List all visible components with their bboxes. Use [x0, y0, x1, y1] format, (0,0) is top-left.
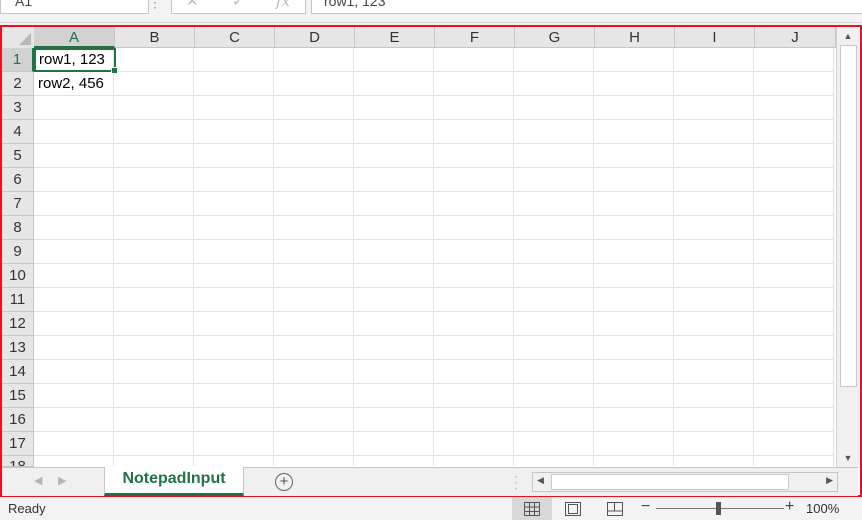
- cell-a2[interactable]: row2, 456: [34, 72, 114, 96]
- row-header-6[interactable]: 6: [2, 168, 34, 192]
- row-header-12[interactable]: 12: [2, 312, 34, 336]
- enter-icon[interactable]: ✓: [232, 0, 245, 10]
- vertical-scroll-thumb[interactable]: [840, 45, 857, 387]
- row-header-15[interactable]: 15: [2, 384, 34, 408]
- column-header-j[interactable]: J: [755, 27, 836, 48]
- column-header-f[interactable]: F: [435, 27, 515, 48]
- formula-bar: A1 ⋮ ✕ ✓ fx row1, 123: [0, 0, 862, 23]
- row-header-18[interactable]: 18: [2, 456, 34, 467]
- new-sheet-icon[interactable]: +: [275, 473, 293, 491]
- sheet-tab-notepadinput[interactable]: NotepadInput: [104, 467, 244, 496]
- row-header-8[interactable]: 8: [2, 216, 34, 240]
- row-header-14[interactable]: 14: [2, 360, 34, 384]
- column-header-a[interactable]: A: [34, 27, 115, 48]
- worksheet-area: A B C D E F G H I J 1 2 3 4 5 6 7 8 9 10…: [0, 25, 862, 497]
- page-layout-view-button[interactable]: [553, 497, 593, 520]
- column-header-g[interactable]: G: [515, 27, 595, 48]
- select-all-button[interactable]: [2, 27, 35, 49]
- horizontal-scroll-thumb[interactable]: [551, 474, 789, 490]
- insert-function-icon[interactable]: fx: [276, 0, 290, 10]
- row-header-13[interactable]: 13: [2, 336, 34, 360]
- formula-bar-grip-icon: ⋮: [148, 0, 162, 10]
- column-header-d[interactable]: D: [275, 27, 355, 48]
- formula-tools: ✕ ✓ fx: [171, 0, 306, 14]
- row-header-7[interactable]: 7: [2, 192, 34, 216]
- row-header-4[interactable]: 4: [2, 120, 34, 144]
- scroll-left-icon[interactable]: ◀: [537, 475, 544, 486]
- sheet-tab-bar: ◀ ▶ NotepadInput + · · · ◀ ▶: [2, 467, 858, 496]
- row-header-2[interactable]: 2: [2, 72, 34, 96]
- zoom-in-button[interactable]: +: [785, 498, 794, 516]
- row-header-11[interactable]: 11: [2, 288, 34, 312]
- row-header-10[interactable]: 10: [2, 264, 34, 288]
- tab-split-handle[interactable]: · · ·: [514, 470, 518, 494]
- column-header-b[interactable]: B: [115, 27, 195, 48]
- column-header-e[interactable]: E: [355, 27, 435, 48]
- horizontal-scrollbar[interactable]: ◀ ▶: [532, 472, 838, 492]
- cancel-icon[interactable]: ✕: [186, 0, 199, 10]
- row-header-5[interactable]: 5: [2, 144, 34, 168]
- column-header-c[interactable]: C: [195, 27, 275, 48]
- column-header-h[interactable]: H: [595, 27, 675, 48]
- previous-sheet-icon[interactable]: ◀: [34, 474, 42, 487]
- row-header-9[interactable]: 9: [2, 240, 34, 264]
- scroll-down-icon[interactable]: ▼: [840, 451, 856, 465]
- row-header-1[interactable]: 1: [2, 48, 34, 72]
- page-break-icon: [607, 501, 623, 516]
- column-header-i[interactable]: I: [675, 27, 755, 48]
- zoom-slider-thumb[interactable]: [716, 502, 721, 515]
- status-text: Ready: [8, 501, 46, 516]
- next-sheet-icon[interactable]: ▶: [58, 474, 66, 487]
- zoom-out-button[interactable]: −: [641, 498, 650, 516]
- page-break-view-button[interactable]: [595, 497, 635, 520]
- formula-input[interactable]: row1, 123: [311, 0, 862, 14]
- cell-a1[interactable]: row1, 123: [34, 48, 118, 74]
- name-box[interactable]: A1: [0, 0, 149, 14]
- page-layout-icon: [565, 501, 581, 516]
- row-header-3[interactable]: 3: [2, 96, 34, 120]
- scroll-right-icon[interactable]: ▶: [826, 475, 833, 486]
- status-bar: Ready − + 100%: [0, 497, 862, 520]
- zoom-level[interactable]: 100%: [806, 501, 839, 516]
- row-header-16[interactable]: 16: [2, 408, 34, 432]
- vertical-scrollbar[interactable]: ▲ ▼: [836, 27, 859, 467]
- scroll-up-icon[interactable]: ▲: [840, 29, 856, 43]
- normal-view-button[interactable]: [512, 497, 552, 520]
- cell-grid[interactable]: row1, 123 row2, 456: [34, 48, 834, 466]
- normal-view-icon: [524, 501, 540, 516]
- row-header-17[interactable]: 17: [2, 432, 34, 456]
